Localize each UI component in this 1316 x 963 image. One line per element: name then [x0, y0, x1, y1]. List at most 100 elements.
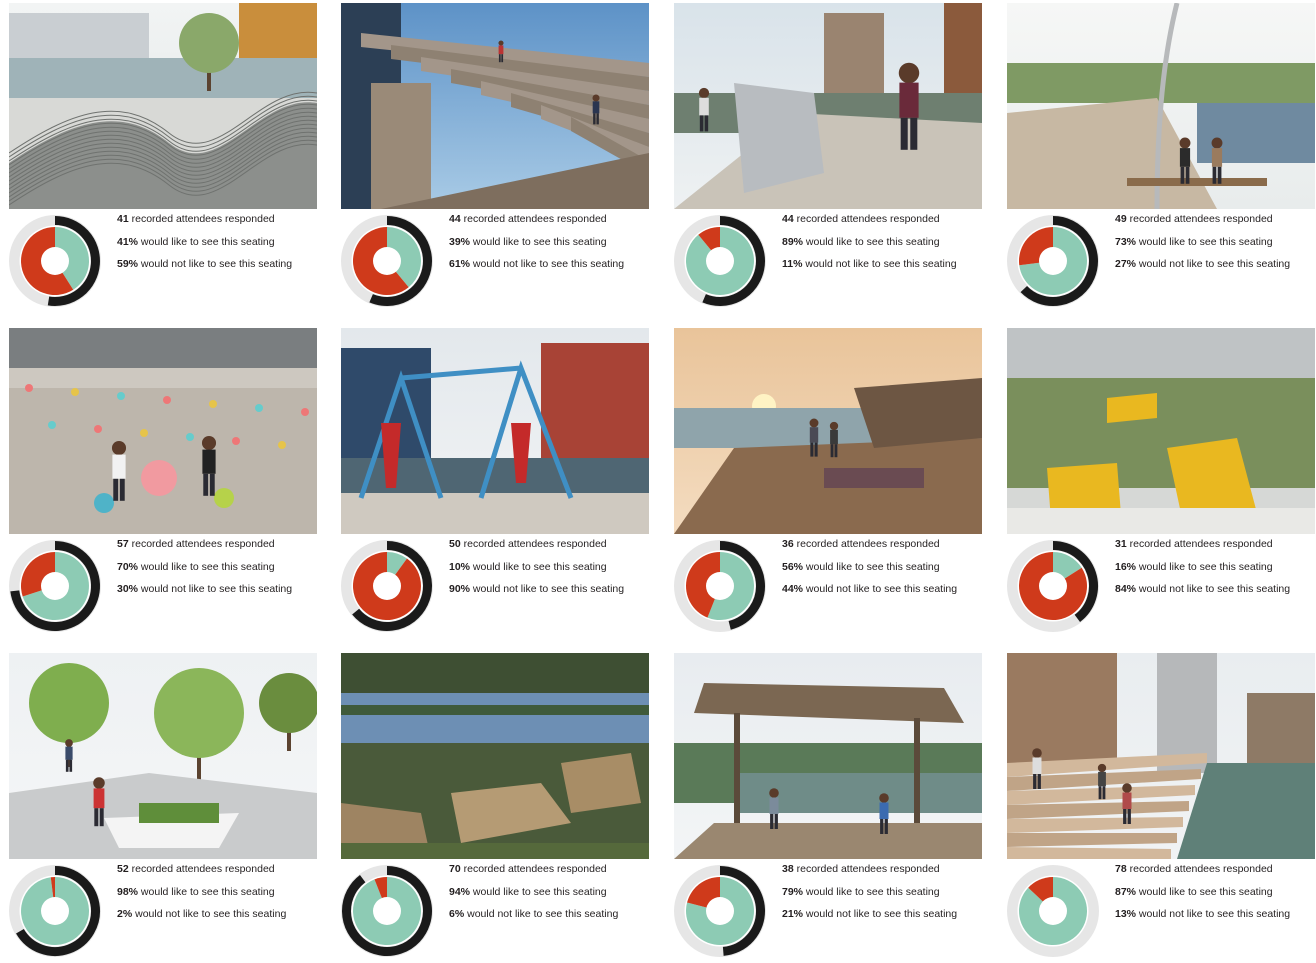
dock [674, 823, 982, 859]
building [1247, 693, 1315, 773]
stat-value: 70 [449, 863, 461, 875]
person-leg [704, 115, 709, 132]
photo-riverwalk-steps [1007, 653, 1315, 859]
person-leg [770, 814, 774, 829]
person-head [1122, 783, 1132, 793]
seating-photo [1007, 328, 1315, 534]
stat-value: 10% [449, 560, 471, 573]
stat-value: 98% [117, 885, 139, 898]
person-leg [1098, 786, 1102, 800]
donut-svg [9, 215, 101, 307]
building-wall [1007, 328, 1315, 378]
donut-hole [373, 572, 401, 600]
person-body [899, 82, 919, 118]
survey-panel: 44 recorded attendees responded 39% would… [341, 3, 651, 313]
survey-panel: 36 recorded attendees responded 56% would… [674, 328, 984, 638]
cafe-chair [25, 384, 33, 392]
tree-canopy [179, 13, 239, 73]
survey-stats: 78 recorded attendees responded 87% would… [1115, 863, 1315, 931]
person-body [830, 429, 838, 445]
donut-svg [674, 865, 766, 957]
stat-label: would not like to see this seating [1136, 258, 1291, 270]
dislike-line: 90% would not like to see this seating [449, 583, 649, 595]
donut-chart [674, 865, 766, 957]
stat-value: 50 [449, 538, 461, 550]
survey-panel: 38 recorded attendees responded 79% would… [674, 653, 984, 963]
like-line: 56% would like to see this seating [782, 561, 982, 573]
survey-panel: 49 recorded attendees responded 73% would… [1007, 3, 1316, 313]
survey-stats: 36 recorded attendees responded 56% would… [782, 538, 982, 606]
seating-photo [674, 328, 982, 534]
cafe-chair [232, 437, 240, 445]
cafe-chair [186, 433, 194, 441]
canopy [341, 653, 649, 693]
donut-hole [373, 247, 401, 275]
person-leg [501, 54, 504, 63]
donut-hole [706, 897, 734, 925]
survey-panel: 70 recorded attendees responded 94% would… [341, 653, 651, 963]
tree-canopy [259, 673, 317, 733]
stat-value: 70% [117, 560, 139, 573]
donut-svg [1007, 865, 1099, 957]
dislike-line: 30% would not like to see this seating [117, 583, 317, 595]
stat-value: 30% [117, 583, 139, 595]
stat-value: 36 [782, 538, 794, 550]
donut-chart [1007, 540, 1099, 632]
boulder [561, 753, 641, 813]
person-head [1179, 137, 1191, 149]
respondents-line: 44 recorded attendees responded [782, 213, 982, 225]
person-leg [119, 478, 125, 501]
building [824, 13, 884, 103]
like-line: 16% would like to see this seating [1115, 561, 1315, 573]
stat-label: recorded attendees responded [460, 538, 607, 550]
cafe-chair [140, 429, 148, 437]
donut-chart [674, 215, 766, 307]
cafe-chair [71, 388, 79, 396]
stat-value: 61% [449, 258, 471, 270]
like-line: 94% would like to see this seating [449, 886, 649, 898]
seating-photo [9, 328, 317, 534]
survey-stats: 57 recorded attendees responded 70% would… [117, 538, 317, 606]
donut-svg [341, 215, 433, 307]
person-head [1097, 763, 1107, 773]
person-body [498, 45, 504, 55]
person-head [65, 739, 73, 747]
stat-label: would like to see this seating [803, 560, 940, 573]
photo-plaza-cafe-chairs [9, 328, 317, 534]
like-line: 79% would like to see this seating [782, 886, 982, 898]
person-body [1211, 148, 1223, 167]
storefront [9, 328, 317, 368]
survey-stats: 38 recorded attendees responded 79% would… [782, 863, 982, 931]
like-line: 10% would like to see this seating [449, 561, 649, 573]
stat-value: 38 [782, 863, 794, 875]
seating-photo [1007, 3, 1315, 209]
person-leg [1102, 786, 1106, 800]
person-leg [1037, 774, 1041, 789]
dislike-line: 44% would not like to see this seating [782, 583, 982, 595]
person-body [93, 788, 105, 809]
wave-deck [854, 378, 982, 448]
dislike-line: 61% would not like to see this seating [449, 258, 649, 270]
stat-value: 44% [782, 583, 804, 595]
stat-label: would like to see this seating [1136, 885, 1273, 898]
person-leg [65, 759, 69, 772]
survey-panel: 41 recorded attendees responded 41% would… [9, 3, 319, 313]
survey-panel: 57 recorded attendees responded 70% would… [9, 328, 319, 638]
stat-label: would like to see this seating [803, 235, 940, 248]
seating-photo [341, 3, 649, 209]
stat-label: would like to see this seating [470, 560, 607, 573]
chair [94, 493, 114, 513]
stat-label: recorded attendees responded [1126, 863, 1273, 875]
person-leg [498, 54, 501, 63]
seating-photo [341, 653, 649, 859]
paving [1007, 508, 1315, 534]
tree-canopy [29, 663, 109, 743]
person-body [879, 802, 889, 819]
like-line: 89% would like to see this seating [782, 236, 982, 248]
person-leg [1212, 166, 1217, 184]
person-body [112, 454, 126, 479]
dislike-line: 21% would not like to see this seating [782, 908, 982, 920]
donut-chart [674, 540, 766, 632]
donut-hole [706, 572, 734, 600]
water [9, 58, 317, 98]
